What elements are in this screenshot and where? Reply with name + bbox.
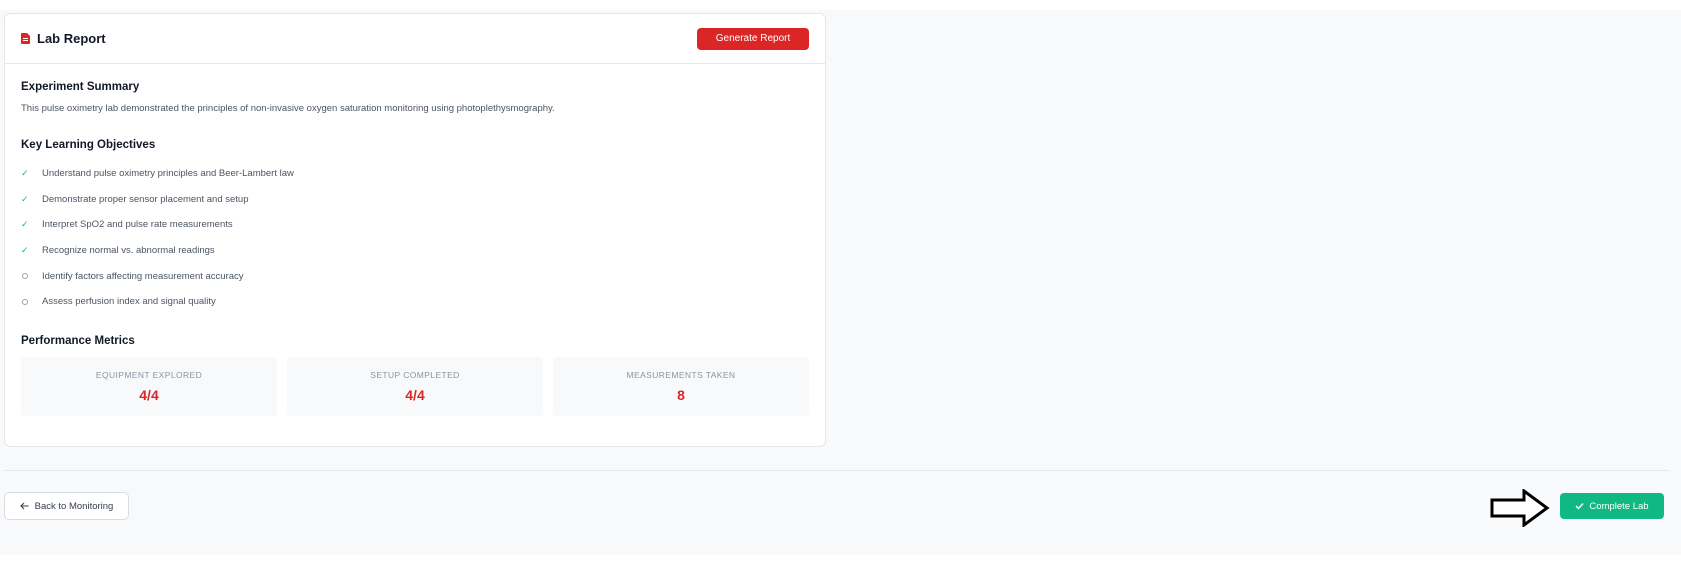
metrics-heading: Performance Metrics [21,334,135,347]
objectives-list: ✓ Understand pulse oximetry principles an… [21,161,809,315]
summary-heading: Experiment Summary [21,81,140,93]
objective-item: ✓ Demonstrate proper sensor placement and… [21,187,809,213]
file-icon [21,33,30,44]
check-icon: ✓ [21,193,29,204]
check-icon: ✓ [21,245,29,256]
back-label: Back to Monitoring [34,500,114,512]
objective-label: Demonstrate proper sensor placement and … [42,193,249,205]
metric-card: SETUP COMPLETED 4/4 [287,356,543,416]
summary-text: This pulse oximetry lab demonstrated the… [21,103,555,114]
check-icon: ✓ [21,219,29,230]
card-title: Lab Report [21,31,106,46]
metric-value: 4/4 [139,386,159,403]
objective-item: ✓ Recognize normal vs. abnormal readings [21,238,809,264]
back-to-monitoring-button[interactable]: Back to Monitoring [4,492,129,520]
metric-value: 8 [677,386,685,403]
metric-card: MEASUREMENTS TAKEN 8 [553,356,809,416]
card-body: Experiment Summary This pulse oximetry l… [5,64,825,416]
arrow-right-pointer-icon [1490,489,1550,527]
metric-label: SETUP COMPLETED [370,369,460,380]
objective-label: Interpret SpO2 and pulse rate measuremen… [42,219,233,231]
objective-label: Understand pulse oximetry principles and… [42,168,294,180]
objective-label: Recognize normal vs. abnormal readings [42,245,215,257]
generate-report-button[interactable]: Generate Report [697,27,809,50]
arrow-left-icon [19,502,29,510]
objectives-heading: Key Learning Objectives [21,139,156,151]
lab-report-card: Lab Report Generate Report Experiment Su… [4,13,826,447]
footer-divider [4,470,1669,471]
metric-label: MEASUREMENTS TAKEN [626,369,736,380]
circle-icon [21,273,42,280]
objective-item: Assess perfusion index and signal qualit… [21,289,809,315]
metric-label: EQUIPMENT EXPLORED [95,369,203,380]
objective-label: Assess perfusion index and signal qualit… [42,296,216,308]
complete-lab-button[interactable]: Complete Lab [1560,493,1664,519]
metrics-row: EQUIPMENT EXPLORED 4/4 SETUP COMPLETED 4/4 M… [21,356,809,416]
objective-label: Identify factors affecting measurement a… [42,270,244,282]
metric-card: EQUIPMENT EXPLORED 4/4 [21,356,277,416]
card-header: Lab Report Generate Report [5,14,825,64]
report-title: Lab Report [37,31,106,46]
objective-item: Identify factors affecting measurement a… [21,263,809,289]
complete-label: Complete Lab [1589,500,1649,512]
metric-value: 4/4 [405,386,425,403]
check-icon: ✓ [21,168,29,179]
objective-item: ✓ Interpret SpO2 and pulse rate measureme… [21,212,809,238]
objective-item: ✓ Understand pulse oximetry principles an… [21,161,809,187]
check-icon [1575,503,1584,510]
circle-icon [21,298,42,305]
